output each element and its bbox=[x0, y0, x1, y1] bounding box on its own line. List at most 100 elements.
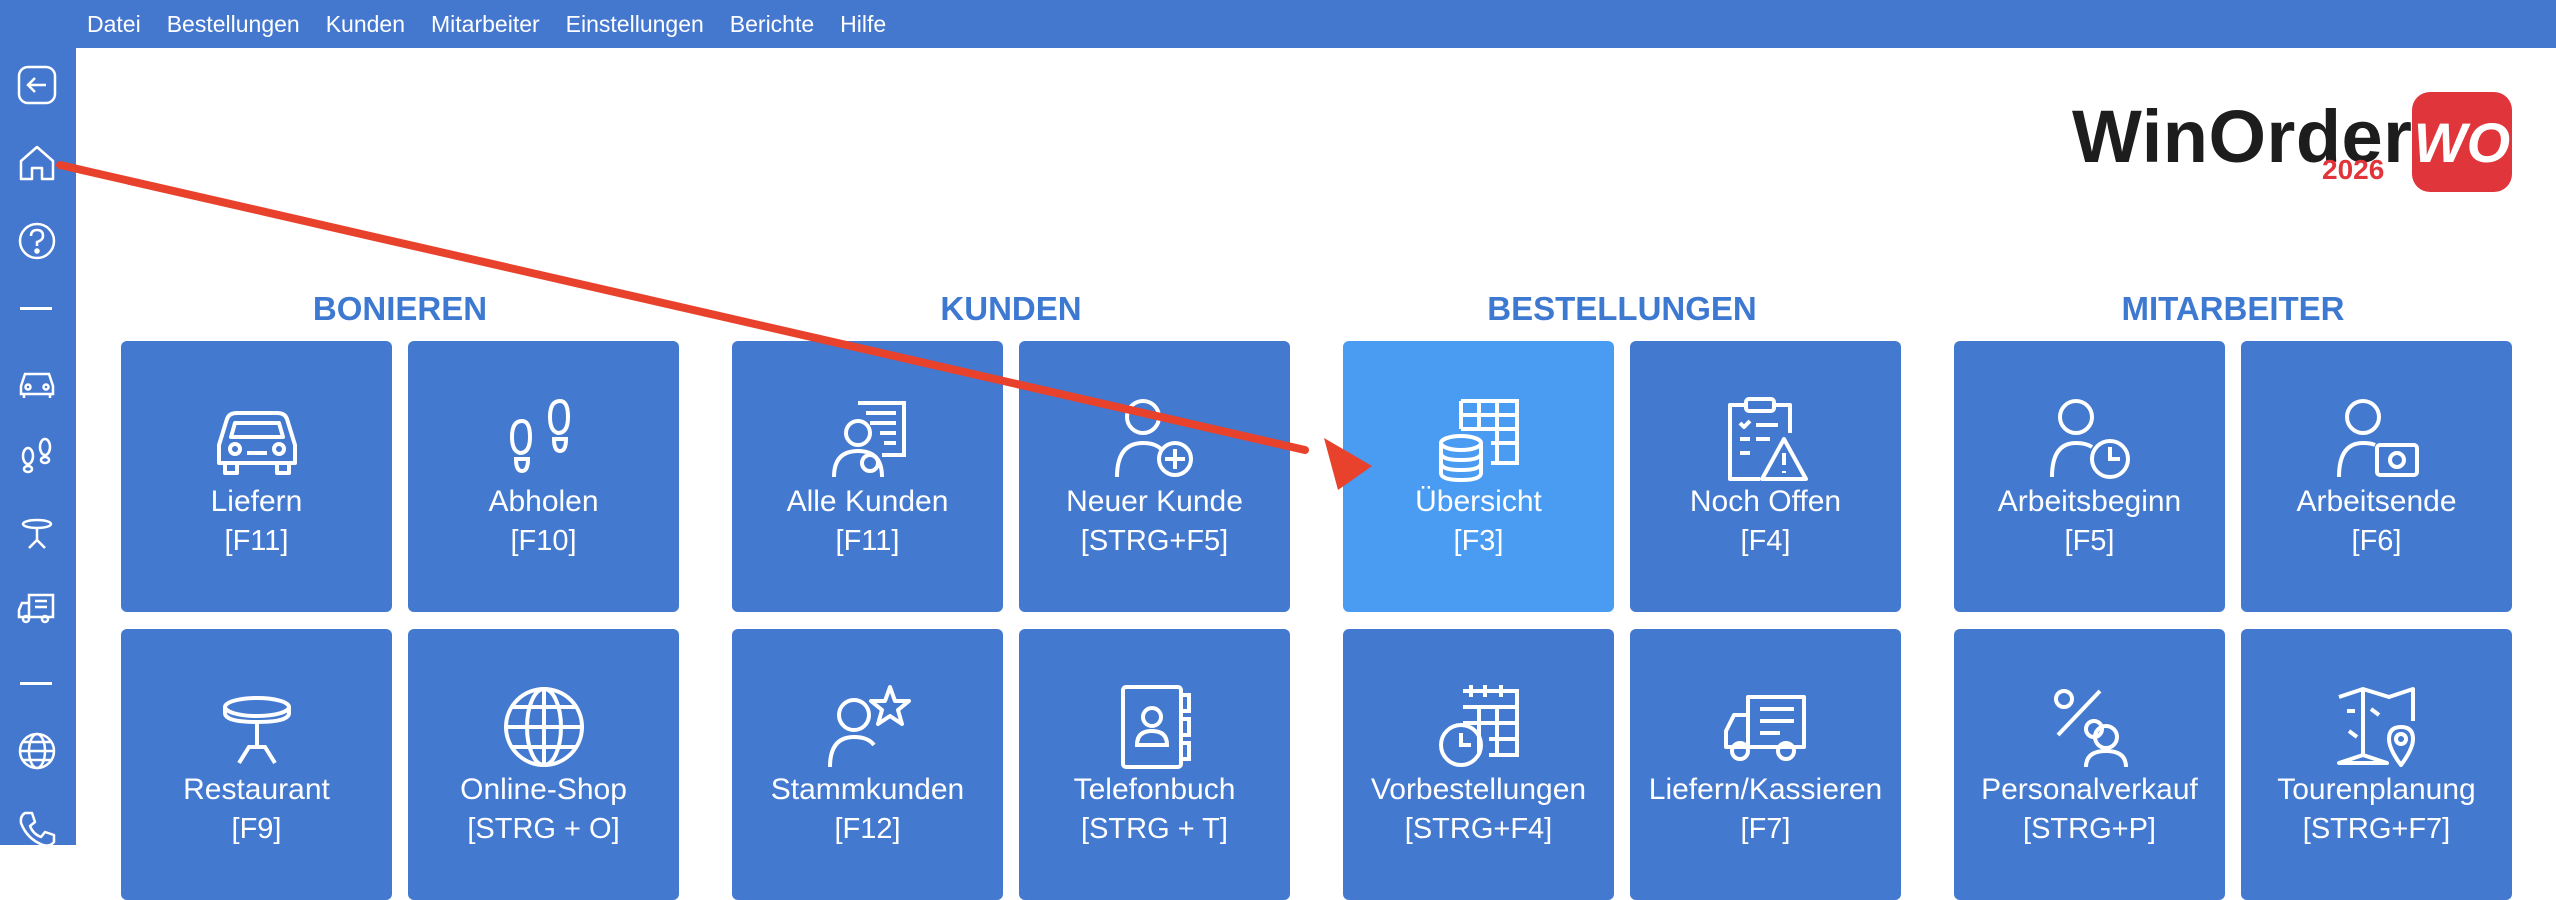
tile-telefonbuch[interactable]: Telefonbuch [STRG + T] bbox=[1019, 629, 1290, 900]
tile-label: Übersicht bbox=[1415, 485, 1542, 518]
back-button[interactable] bbox=[14, 62, 60, 108]
clipboard-warning-icon bbox=[1727, 397, 1808, 481]
percent-user-icon bbox=[2053, 689, 2128, 768]
back-arrow-icon bbox=[17, 65, 57, 105]
section-title-kunden: KUNDEN bbox=[940, 290, 1082, 327]
car-icon bbox=[216, 411, 297, 475]
tile-stammkunden[interactable]: Stammkunden [F12] bbox=[732, 629, 1003, 900]
tile-label: Online-Shop bbox=[460, 773, 627, 806]
menu-bestellungen[interactable]: Bestellungen bbox=[154, 11, 313, 38]
delivery-truck-icon bbox=[17, 593, 55, 624]
home-button[interactable] bbox=[14, 140, 60, 186]
menu-einstellungen[interactable]: Einstellungen bbox=[553, 11, 717, 38]
tile-arbeitsende[interactable]: Arbeitsende [F6] bbox=[2241, 341, 2512, 612]
winorder-logo: WinOrder 2026 WO bbox=[2070, 92, 2520, 202]
globe-icon bbox=[18, 732, 56, 770]
menu-hilfe[interactable]: Hilfe bbox=[827, 11, 899, 38]
tile-shortcut: [STRG + O] bbox=[467, 813, 620, 845]
tile-neuer-kunde[interactable]: Neuer Kunde [STRG+F5] bbox=[1019, 341, 1290, 612]
tile-shortcut: [STRG + T] bbox=[1081, 813, 1228, 845]
menu-kunden[interactable]: Kunden bbox=[313, 11, 418, 38]
tile-label: Neuer Kunde bbox=[1066, 485, 1243, 518]
tile-label: Restaurant bbox=[183, 773, 330, 806]
table-icon bbox=[222, 696, 291, 765]
user-money-icon bbox=[2336, 399, 2419, 478]
tile-shortcut: [F9] bbox=[231, 813, 282, 845]
tile-label: Liefern bbox=[210, 485, 303, 518]
delivery-truck-icon bbox=[1723, 695, 1806, 761]
tile-label: Tourenplanung bbox=[2277, 773, 2476, 806]
tile-label: Stammkunden bbox=[770, 773, 965, 806]
map-pin-icon bbox=[2336, 687, 2415, 767]
tile-liefern[interactable]: Liefern [F11] bbox=[121, 341, 392, 612]
tile-label: Personalverkauf bbox=[1981, 773, 2198, 806]
tile-shortcut: [STRG+F4] bbox=[1404, 813, 1553, 845]
section-title-mitarbeiter: MITARBEITER bbox=[2121, 290, 2345, 327]
tile-shortcut: [STRG+F7] bbox=[2302, 813, 2451, 845]
tile-restaurant[interactable]: Restaurant [F9] bbox=[121, 629, 392, 900]
car-icon bbox=[19, 372, 55, 398]
section-title-bestellungen: BESTELLUNGEN bbox=[1487, 290, 1757, 327]
tile-shortcut: [F7] bbox=[1740, 813, 1791, 845]
tile-shortcut: [F5] bbox=[2064, 525, 2115, 557]
menu-berichte[interactable]: Berichte bbox=[717, 11, 827, 38]
sidebar-restaurant-button[interactable] bbox=[14, 509, 60, 555]
tile-shortcut: [STRG+P] bbox=[2023, 813, 2156, 845]
tile-uebersicht[interactable]: Übersicht [F3] bbox=[1343, 341, 1614, 612]
phone-icon bbox=[19, 811, 56, 847]
tile-liefern-kassieren[interactable]: Liefern/Kassieren [F7] bbox=[1630, 629, 1901, 900]
user-star-icon bbox=[827, 685, 911, 768]
tile-label: Vorbestellungen bbox=[1370, 773, 1587, 806]
footprints-icon bbox=[21, 437, 52, 474]
tile-shortcut: [F3] bbox=[1453, 525, 1504, 557]
tile-vorbestellungen[interactable]: Vorbestellungen [STRG+F4] bbox=[1343, 629, 1614, 900]
footprints-icon bbox=[509, 398, 570, 474]
tile-label: Liefern/Kassieren bbox=[1648, 773, 1883, 806]
tile-label: Arbeitsende bbox=[2296, 485, 2457, 518]
sidebar-online-shop-button[interactable] bbox=[14, 728, 60, 774]
globe-icon bbox=[503, 687, 584, 767]
home-icon bbox=[19, 145, 55, 181]
user-clock-icon bbox=[2049, 399, 2130, 479]
tile-noch-offen[interactable]: Noch Offen [F4] bbox=[1630, 341, 1901, 612]
tile-shortcut: [F12] bbox=[834, 813, 901, 845]
tile-label: Abholen bbox=[488, 485, 599, 518]
tile-label: Arbeitsbeginn bbox=[1997, 485, 2182, 518]
menu-datei[interactable]: Datei bbox=[74, 11, 154, 38]
help-icon bbox=[18, 222, 56, 260]
tile-tourenplanung[interactable]: Tourenplanung [STRG+F7] bbox=[2241, 629, 2512, 900]
tile-online-shop[interactable]: Online-Shop [STRG + O] bbox=[408, 629, 679, 900]
tile-shortcut: [STRG+F5] bbox=[1080, 525, 1229, 557]
sidebar-deliver-pay-button[interactable] bbox=[14, 584, 60, 630]
calendar-clock-icon bbox=[1438, 685, 1519, 767]
table-coins-icon bbox=[1438, 399, 1519, 483]
tile-arbeitsbeginn[interactable]: Arbeitsbeginn [F5] bbox=[1954, 341, 2225, 612]
tile-label: Telefonbuch bbox=[1073, 773, 1236, 806]
sidebar bbox=[0, 48, 76, 847]
sidebar-delivery-button[interactable] bbox=[14, 359, 60, 405]
menu-bar: Datei Bestellungen Kunden Mitarbeiter Ei… bbox=[0, 0, 2556, 48]
tile-alle-kunden[interactable]: Alle Kunden [F11] bbox=[732, 341, 1003, 612]
logo-year: 2026 bbox=[2322, 154, 2385, 185]
section-title-bonieren: BONIEREN bbox=[312, 290, 488, 327]
table-icon bbox=[21, 518, 53, 549]
help-button[interactable] bbox=[14, 218, 60, 264]
tile-shortcut: [F10] bbox=[510, 525, 577, 557]
tile-shortcut: [F11] bbox=[224, 525, 289, 557]
logo-badge: WO bbox=[2412, 92, 2512, 192]
tile-shortcut: [F6] bbox=[2351, 525, 2402, 557]
customer-list-icon bbox=[831, 401, 906, 478]
tile-shortcut: [F11] bbox=[835, 525, 900, 557]
sidebar-phone-button[interactable] bbox=[14, 806, 60, 852]
tile-label: Alle Kunden bbox=[786, 485, 949, 518]
tile-label: Noch Offen bbox=[1689, 485, 1842, 518]
tile-shortcut: [F4] bbox=[1740, 525, 1791, 557]
tile-abholen[interactable]: Abholen [F10] bbox=[408, 341, 679, 612]
address-book-icon bbox=[1120, 685, 1191, 769]
tile-personalverkauf[interactable]: Personalverkauf [STRG+P] bbox=[1954, 629, 2225, 900]
add-user-icon bbox=[1114, 399, 1193, 478]
sidebar-pickup-button[interactable] bbox=[14, 433, 60, 479]
sidebar-separator bbox=[20, 307, 52, 310]
menu-mitarbeiter[interactable]: Mitarbeiter bbox=[418, 11, 553, 38]
sidebar-separator bbox=[20, 682, 52, 685]
